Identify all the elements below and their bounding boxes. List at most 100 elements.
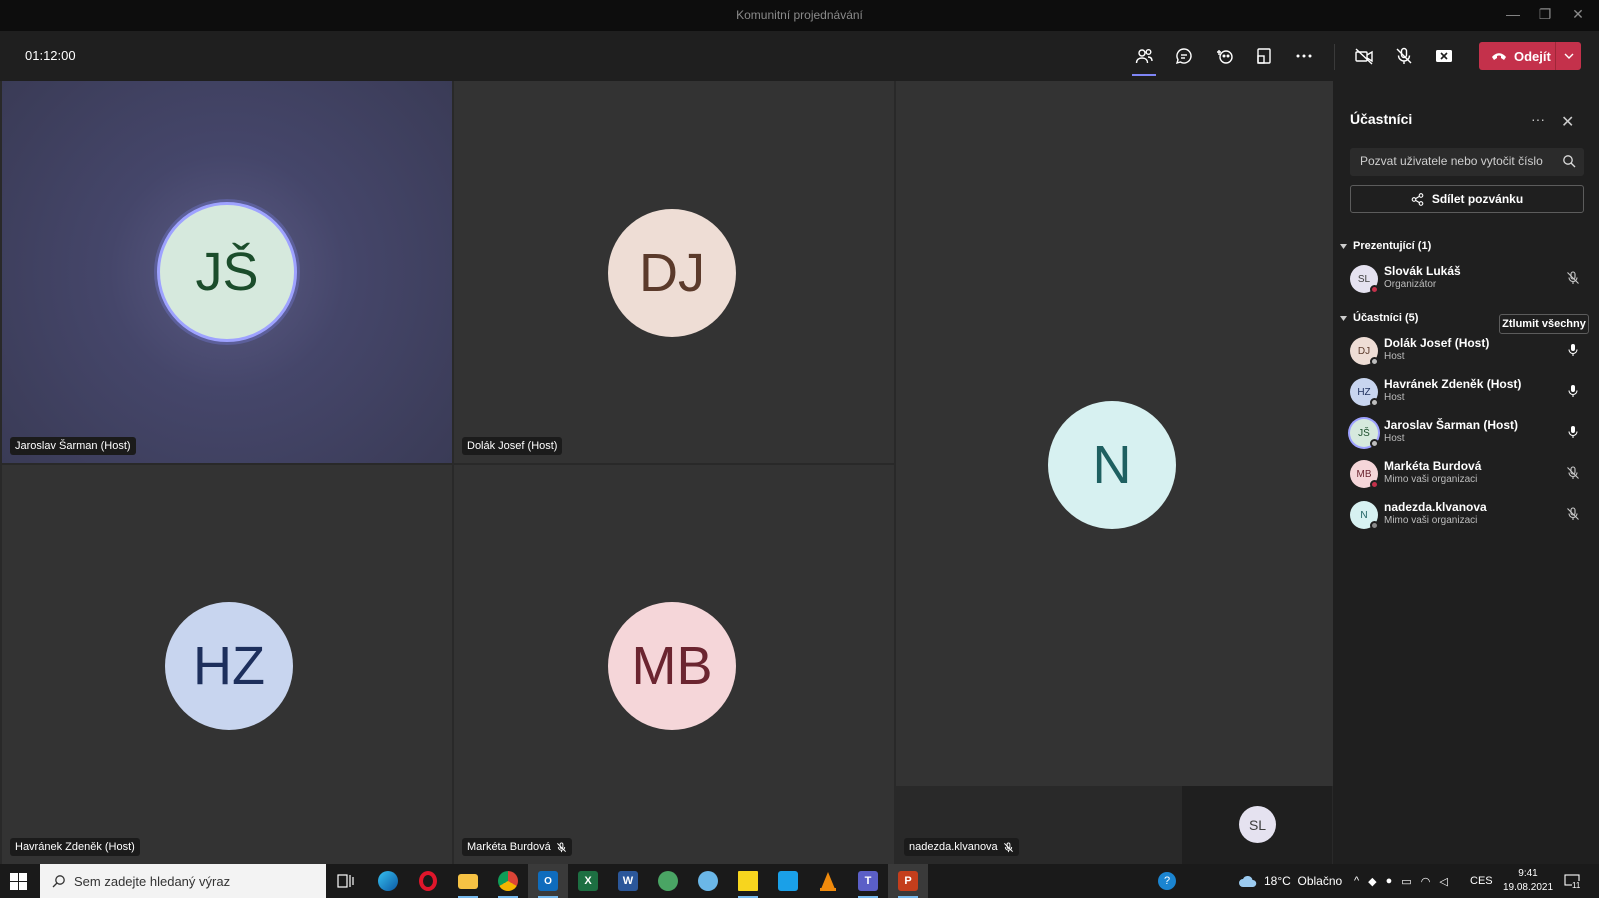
task-view-icon[interactable] (326, 864, 366, 898)
leave-options-chevron-down-icon[interactable] (1556, 53, 1581, 59)
mic-off-icon (1003, 841, 1013, 852)
battery-icon[interactable]: ▭ (1401, 875, 1411, 888)
microphone-tray-icon[interactable]: ● (1386, 875, 1393, 887)
participant-name: Jaroslav Šarman (Host) (1384, 418, 1519, 432)
mute-all-button[interactable]: Ztlumit všechny (1499, 314, 1589, 334)
participant-role: Host (1384, 433, 1405, 444)
avatar: JŠ (1350, 419, 1379, 448)
network-app-icon[interactable] (648, 864, 688, 898)
sticky-notes-icon[interactable] (728, 864, 768, 898)
weather-widget[interactable]: 18°C Oblačno (1238, 864, 1342, 898)
participant-row-havranek[interactable]: HZ Havránek Zdeněk (Host) Host (1350, 374, 1590, 410)
unknown-app-icon[interactable] (688, 864, 728, 898)
tile-name: nadezda.klvanova (909, 841, 998, 853)
hangup-icon (1492, 53, 1506, 60)
edge-icon[interactable] (368, 864, 408, 898)
presenters-section-header[interactable]: Prezentující (1) (1340, 240, 1431, 252)
camera-off-icon[interactable] (1352, 45, 1376, 67)
video-tile-havranek[interactable]: HZ Havránek Zdeněk (Host) (2, 465, 452, 864)
file-explorer-icon[interactable] (448, 864, 488, 898)
chrome-icon[interactable] (488, 864, 528, 898)
mic-off-icon[interactable] (1566, 466, 1580, 480)
reactions-icon[interactable] (1212, 45, 1236, 67)
attendees-header-label: Účastníci (5) (1353, 312, 1419, 324)
participant-row-sarman[interactable]: JŠ Jaroslav Šarman (Host) Host (1350, 415, 1590, 451)
notification-count: 11 (1572, 881, 1581, 890)
share-screen-icon[interactable] (1432, 45, 1456, 67)
participant-role: Mimo vaši organizaci (1384, 474, 1478, 485)
outlook-icon[interactable]: O (528, 864, 568, 898)
panel-close-icon[interactable]: ✕ (1561, 112, 1574, 132)
participant-name-tag: Markéta Burdová (462, 838, 572, 856)
chevron-down-icon (1340, 315, 1347, 321)
word-icon[interactable]: W (608, 864, 648, 898)
video-tile-nadezda[interactable]: N nadezda.klvanova (896, 81, 1333, 856)
wifi-icon[interactable]: ◠ (1421, 875, 1431, 888)
participant-role: Mimo vaši organizaci (1384, 515, 1478, 526)
mic-off-icon[interactable] (1392, 45, 1416, 67)
leave-main[interactable]: Odejít (1479, 49, 1555, 64)
excel-icon[interactable]: X (568, 864, 608, 898)
volume-icon[interactable]: ◁ (1439, 875, 1447, 888)
participant-name: Slovák Lukáš (1384, 264, 1461, 278)
close-window-button[interactable]: ✕ (1568, 6, 1588, 23)
teams-icon[interactable]: T (848, 864, 888, 898)
share-invite-button[interactable]: Sdílet pozvánku (1350, 185, 1584, 213)
video-tile-burdova[interactable]: MB Markéta Burdová (454, 465, 894, 864)
tile-name: Jaroslav Šarman (Host) (15, 440, 131, 452)
clock-date: 19.08.2021 (1502, 882, 1554, 893)
search-icon (52, 875, 65, 888)
more-icon[interactable] (1292, 45, 1316, 67)
dropbox-icon[interactable]: ◆ (1368, 875, 1376, 888)
taskbar-search-input[interactable]: Sem zadejte hledaný výraz (40, 864, 326, 898)
avatar: DJ (1350, 337, 1379, 366)
system-tray-icons[interactable]: ^ ◆ ● ▭ ◠ ◁ (1354, 864, 1448, 898)
avatar: MB (608, 602, 736, 730)
avatar: MB (1350, 460, 1379, 489)
share-tray-icon[interactable] (1252, 45, 1276, 67)
windows-taskbar: Sem zadejte hledaný výraz O X W T P ? 18… (0, 864, 1599, 898)
participant-row-dolak[interactable]: DJ Dolák Josef (Host) Host (1350, 333, 1590, 369)
participant-name: Markéta Burdová (1384, 459, 1482, 473)
participant-role: Host (1384, 351, 1405, 362)
chat-icon[interactable] (1172, 45, 1196, 67)
video-tile-dolak[interactable]: DJ Dolák Josef (Host) (454, 81, 894, 463)
vlc-icon[interactable] (808, 864, 848, 898)
mic-off-icon[interactable] (1566, 271, 1580, 285)
taskbar-clock[interactable]: 9:41 19.08.2021 (1500, 867, 1556, 895)
participant-row-slovak[interactable]: SL Slovák Lukáš Organizátor (1350, 261, 1590, 297)
powerpoint-icon[interactable]: P (888, 864, 928, 898)
participant-row-klvanova[interactable]: N nadezda.klvanova Mimo vaši organizaci (1350, 497, 1590, 533)
leave-button[interactable]: Odejít (1479, 42, 1581, 70)
self-avatar: SL (1239, 806, 1276, 843)
store-icon[interactable] (768, 864, 808, 898)
windows-start-icon[interactable] (10, 873, 27, 890)
language-indicator[interactable]: CES (1470, 864, 1493, 898)
opera-icon[interactable] (408, 864, 448, 898)
participant-row-burdova[interactable]: MB Markéta Burdová Mimo vaši organizaci (1350, 456, 1590, 492)
status-dot (1370, 521, 1379, 530)
search-icon[interactable] (1562, 154, 1576, 168)
mic-icon[interactable] (1566, 425, 1580, 439)
mic-icon[interactable] (1566, 343, 1580, 357)
invite-search-input[interactable]: Pozvat uživatele nebo vytočit číslo (1350, 148, 1584, 176)
minimize-button[interactable]: — (1503, 6, 1523, 22)
video-tile-jaroslav[interactable]: JŠ Jaroslav Šarman (Host) (2, 81, 452, 463)
attendees-section-header[interactable]: Účastníci (5) (1340, 312, 1418, 324)
mic-icon[interactable] (1566, 384, 1580, 398)
status-dot (1370, 357, 1379, 366)
people-icon[interactable] (1132, 45, 1156, 76)
panel-more-icon[interactable]: ··· (1531, 111, 1545, 127)
invite-placeholder: Pozvat uživatele nebo vytočit číslo (1360, 154, 1543, 168)
help-tray-icon[interactable]: ? (1158, 864, 1176, 898)
self-view[interactable]: SL (1182, 786, 1332, 864)
restore-button[interactable]: ❐ (1535, 6, 1555, 23)
participant-role: Organizátor (1384, 279, 1437, 290)
clock-time: 9:41 (1518, 868, 1538, 879)
notification-center-icon[interactable]: 11 (1564, 864, 1581, 898)
mic-off-icon[interactable] (1566, 507, 1580, 521)
chevron-up-icon[interactable]: ^ (1354, 875, 1359, 887)
avatar: N (1350, 501, 1379, 530)
meeting-timer: 01:12:00 (25, 48, 76, 63)
mic-off-icon (556, 841, 566, 852)
